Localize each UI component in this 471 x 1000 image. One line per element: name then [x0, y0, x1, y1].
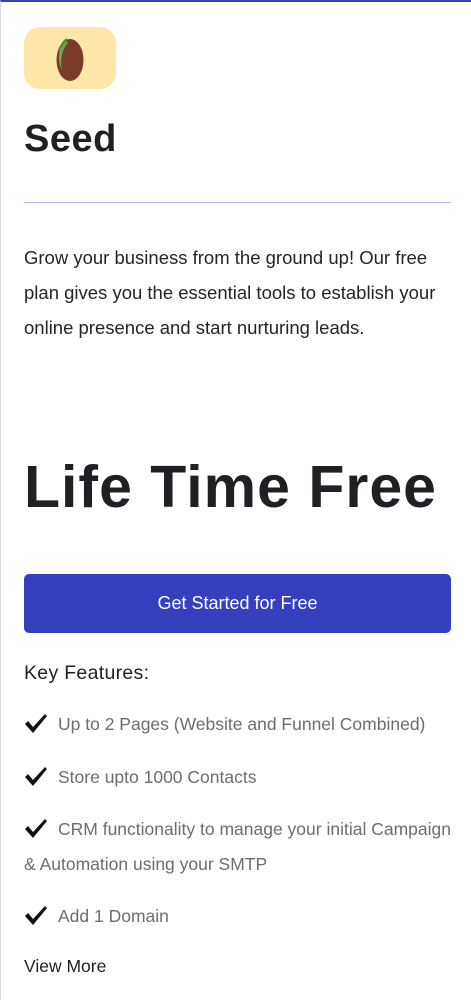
features-heading: Key Features:: [24, 662, 150, 684]
feature-text: Up to 2 Pages (Website and Funnel Combin…: [58, 714, 426, 734]
plan-price: Life Time Free: [24, 454, 437, 520]
feature-text: CRM functionality to manage your initial…: [24, 819, 451, 874]
feature-item: Up to 2 Pages (Website and Funnel Combin…: [24, 707, 454, 742]
feature-text: Store upto 1000 Contacts: [58, 767, 257, 787]
checkmark-icon: [25, 906, 47, 925]
divider: [24, 202, 451, 203]
plan-description: Grow your business from the ground up! O…: [24, 247, 436, 338]
get-started-button[interactable]: Get Started for Free: [24, 574, 451, 633]
feature-text: Add 1 Domain: [58, 906, 169, 926]
plan-name: Seed: [24, 118, 117, 160]
plan-icon-badge: [24, 27, 116, 89]
checkmark-icon: [25, 819, 47, 838]
feature-item: Store upto 1000 Contacts: [24, 760, 454, 795]
feature-item: Add 1 Domain: [24, 899, 454, 934]
seed-icon: [56, 38, 84, 81]
checkmark-icon: [25, 767, 47, 786]
pricing-card: Seed Grow your business from the ground …: [0, 0, 471, 1000]
view-more-link[interactable]: View More: [24, 952, 106, 980]
checkmark-icon: [25, 714, 47, 733]
feature-item: CRM functionality to manage your initial…: [24, 812, 454, 882]
